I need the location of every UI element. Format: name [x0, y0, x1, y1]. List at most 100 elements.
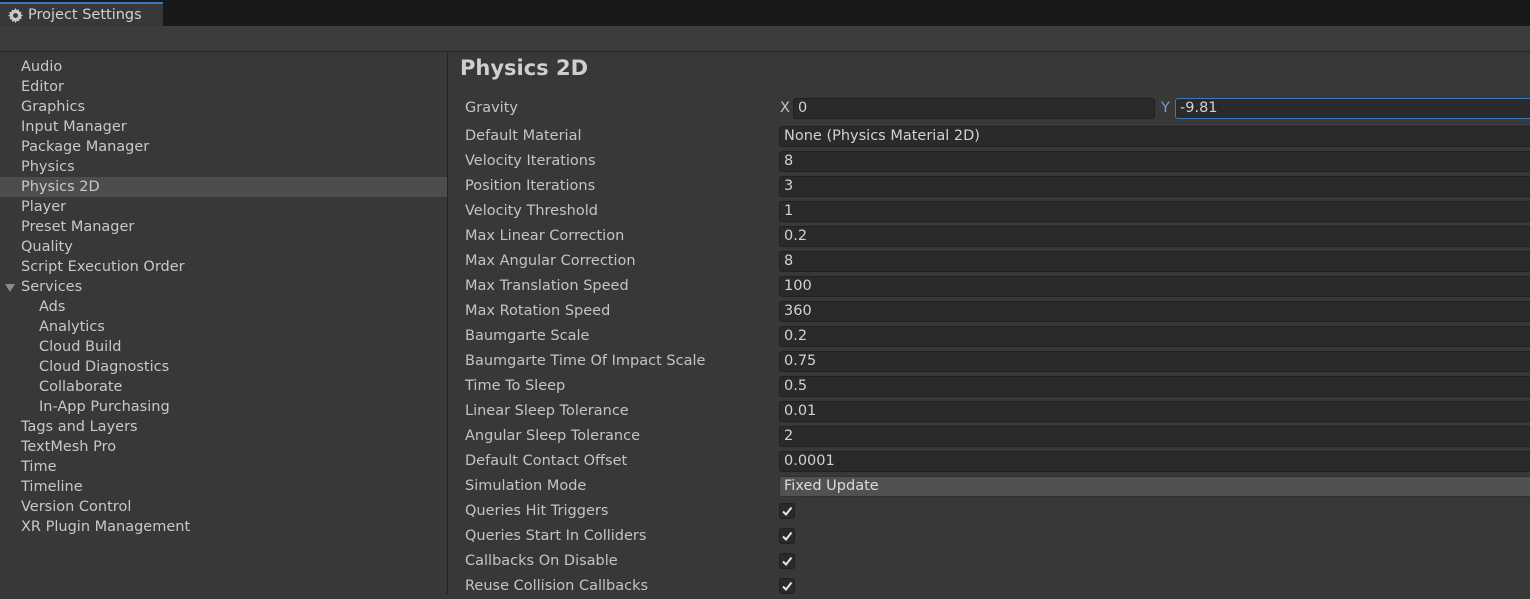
- callbacks-on-disable-checkbox[interactable]: [779, 553, 795, 569]
- sidebar-item-label: Collaborate: [39, 379, 123, 395]
- sidebar-item-label: Player: [21, 199, 67, 215]
- gravity-x-label[interactable]: X: [780, 96, 790, 121]
- gravity-label: Gravity: [465, 100, 518, 116]
- sidebar-item-input-manager[interactable]: Input Manager: [0, 117, 447, 137]
- sidebar-item-cloud-build[interactable]: Cloud Build: [0, 337, 447, 357]
- tab-bar: Project Settings: [0, 0, 1530, 26]
- max-linear-correction-label: Max Linear Correction: [465, 228, 625, 244]
- velocity-iterations-label: Velocity Iterations: [465, 153, 596, 169]
- sidebar-item-ads[interactable]: Ads: [0, 297, 447, 317]
- sidebar-item-quality[interactable]: Quality: [0, 237, 447, 257]
- queries-hit-triggers-checkbox[interactable]: [779, 503, 795, 519]
- default-contact-offset-field[interactable]: 0.0001: [779, 451, 1530, 472]
- time-to-sleep-row: Time To Sleep 0.5: [448, 374, 1530, 399]
- page-title: Physics 2D: [460, 56, 589, 80]
- tab-project-settings[interactable]: Project Settings: [0, 2, 163, 26]
- max-translation-speed-field[interactable]: 100: [779, 276, 1530, 297]
- sidebar-item-label: Physics 2D: [21, 179, 100, 195]
- gravity-y-label[interactable]: Y: [1161, 96, 1170, 121]
- baumgarte-time-of-impact-scale-row: Baumgarte Time Of Impact Scale 0.75: [448, 349, 1530, 374]
- max-angular-correction-label: Max Angular Correction: [465, 253, 636, 269]
- max-linear-correction-field[interactable]: 0.2: [779, 226, 1530, 247]
- sidebar-item-editor[interactable]: Editor: [0, 77, 447, 97]
- sidebar-item-label: Script Execution Order: [21, 259, 185, 275]
- sidebar-item-label: Time: [21, 459, 57, 475]
- sidebar-item-physics[interactable]: Physics: [0, 157, 447, 177]
- max-rotation-speed-label: Max Rotation Speed: [465, 303, 611, 319]
- max-angular-correction-row: Max Angular Correction 8: [448, 249, 1530, 274]
- time-to-sleep-label: Time To Sleep: [465, 378, 566, 394]
- angular-sleep-tolerance-field[interactable]: 2: [779, 426, 1530, 447]
- baumgarte-time-of-impact-scale-field[interactable]: 0.75: [779, 351, 1530, 372]
- sidebar-item-label: Tags and Layers: [21, 419, 138, 435]
- sidebar-item-analytics[interactable]: Analytics: [0, 317, 447, 337]
- time-to-sleep-field[interactable]: 0.5: [779, 376, 1530, 397]
- sidebar-item-player[interactable]: Player: [0, 197, 447, 217]
- position-iterations-field[interactable]: 3: [779, 176, 1530, 197]
- max-rotation-speed-field[interactable]: 360: [779, 301, 1530, 322]
- default-material-field[interactable]: None (Physics Material 2D): [779, 126, 1530, 147]
- sidebar-item-label: Package Manager: [21, 139, 150, 155]
- sidebar-item-physics-2d[interactable]: Physics 2D: [0, 177, 447, 197]
- queries-start-in-colliders-checkbox[interactable]: [779, 528, 795, 544]
- angular-sleep-tolerance-row: Angular Sleep Tolerance 2: [448, 424, 1530, 449]
- default-material-label: Default Material: [465, 128, 582, 144]
- callbacks-on-disable-row: Callbacks On Disable: [448, 549, 1530, 574]
- sidebar-item-script-execution-order[interactable]: Script Execution Order: [0, 257, 447, 277]
- sidebar-item-cloud-diagnostics[interactable]: Cloud Diagnostics: [0, 357, 447, 377]
- baumgarte-scale-row: Baumgarte Scale 0.2: [448, 324, 1530, 349]
- baumgarte-scale-label: Baumgarte Scale: [465, 328, 590, 344]
- sidebar-item-label: Services: [21, 279, 83, 295]
- velocity-iterations-field[interactable]: 8: [779, 151, 1530, 172]
- gravity-y-field[interactable]: -9.81: [1175, 98, 1530, 119]
- sidebar-item-timeline[interactable]: Timeline: [0, 477, 447, 497]
- linear-sleep-tolerance-field[interactable]: 0.01: [779, 401, 1530, 422]
- max-translation-speed-label: Max Translation Speed: [465, 278, 629, 294]
- foldout-arrow-icon[interactable]: [5, 284, 15, 292]
- toolbar: [0, 26, 1530, 52]
- sidebar-item-label: Cloud Diagnostics: [39, 359, 170, 375]
- sidebar-item-textmesh-pro[interactable]: TextMesh Pro: [0, 437, 447, 457]
- checkmark-icon: [782, 531, 793, 542]
- sidebar-item-preset-manager[interactable]: Preset Manager: [0, 217, 447, 237]
- position-iterations-label: Position Iterations: [465, 178, 596, 194]
- checkmark-icon: [782, 581, 793, 592]
- sidebar-item-version-control[interactable]: Version Control: [0, 497, 447, 517]
- sidebar-item-in-app-purchasing[interactable]: In-App Purchasing: [0, 397, 447, 417]
- max-angular-correction-field[interactable]: 8: [779, 251, 1530, 272]
- gear-icon: [8, 7, 23, 23]
- sidebar-item-label: Quality: [21, 239, 73, 255]
- max-translation-speed-row: Max Translation Speed 100: [448, 274, 1530, 299]
- sidebar-item-audio[interactable]: Audio: [0, 57, 447, 77]
- sidebar-item-package-manager[interactable]: Package Manager: [0, 137, 447, 157]
- callbacks-on-disable-label: Callbacks On Disable: [465, 553, 618, 569]
- velocity-iterations-row: Velocity Iterations 8: [448, 149, 1530, 174]
- velocity-threshold-label: Velocity Threshold: [465, 203, 598, 219]
- queries-hit-triggers-label: Queries Hit Triggers: [465, 503, 609, 519]
- reuse-collision-callbacks-row: Reuse Collision Callbacks: [448, 574, 1530, 599]
- reuse-collision-callbacks-checkbox[interactable]: [779, 578, 795, 594]
- baumgarte-time-of-impact-scale-label: Baumgarte Time Of Impact Scale: [465, 353, 706, 369]
- linear-sleep-tolerance-label: Linear Sleep Tolerance: [465, 403, 629, 419]
- sidebar-item-label: XR Plugin Management: [21, 519, 191, 535]
- angular-sleep-tolerance-label: Angular Sleep Tolerance: [465, 428, 641, 444]
- queries-start-in-colliders-label: Queries Start In Colliders: [465, 528, 647, 544]
- gravity-row: Gravity X 0 Y -9.81: [448, 96, 1530, 121]
- sidebar: Audio Editor Graphics Input Manager Package …: [0, 52, 448, 594]
- gravity-x-field[interactable]: 0: [793, 98, 1155, 119]
- sidebar-item-label: Preset Manager: [21, 219, 135, 235]
- simulation-mode-label: Simulation Mode: [465, 478, 587, 494]
- sidebar-item-tags-and-layers[interactable]: Tags and Layers: [0, 417, 447, 437]
- sidebar-item-label: Physics: [21, 159, 75, 175]
- sidebar-item-collaborate[interactable]: Collaborate: [0, 377, 447, 397]
- velocity-threshold-field[interactable]: 1: [779, 201, 1530, 222]
- sidebar-item-graphics[interactable]: Graphics: [0, 97, 447, 117]
- sidebar-item-services[interactable]: Services: [0, 277, 447, 297]
- sidebar-item-time[interactable]: Time: [0, 457, 447, 477]
- settings-panel: Physics 2D Gravity X 0 Y -9.81 Default M…: [448, 52, 1530, 594]
- simulation-mode-dropdown[interactable]: Fixed Update: [779, 476, 1530, 497]
- sidebar-item-label: Editor: [21, 79, 64, 95]
- sidebar-item-xr-plugin-management[interactable]: XR Plugin Management: [0, 517, 447, 537]
- sidebar-item-label: Graphics: [21, 99, 86, 115]
- baumgarte-scale-field[interactable]: 0.2: [779, 326, 1530, 347]
